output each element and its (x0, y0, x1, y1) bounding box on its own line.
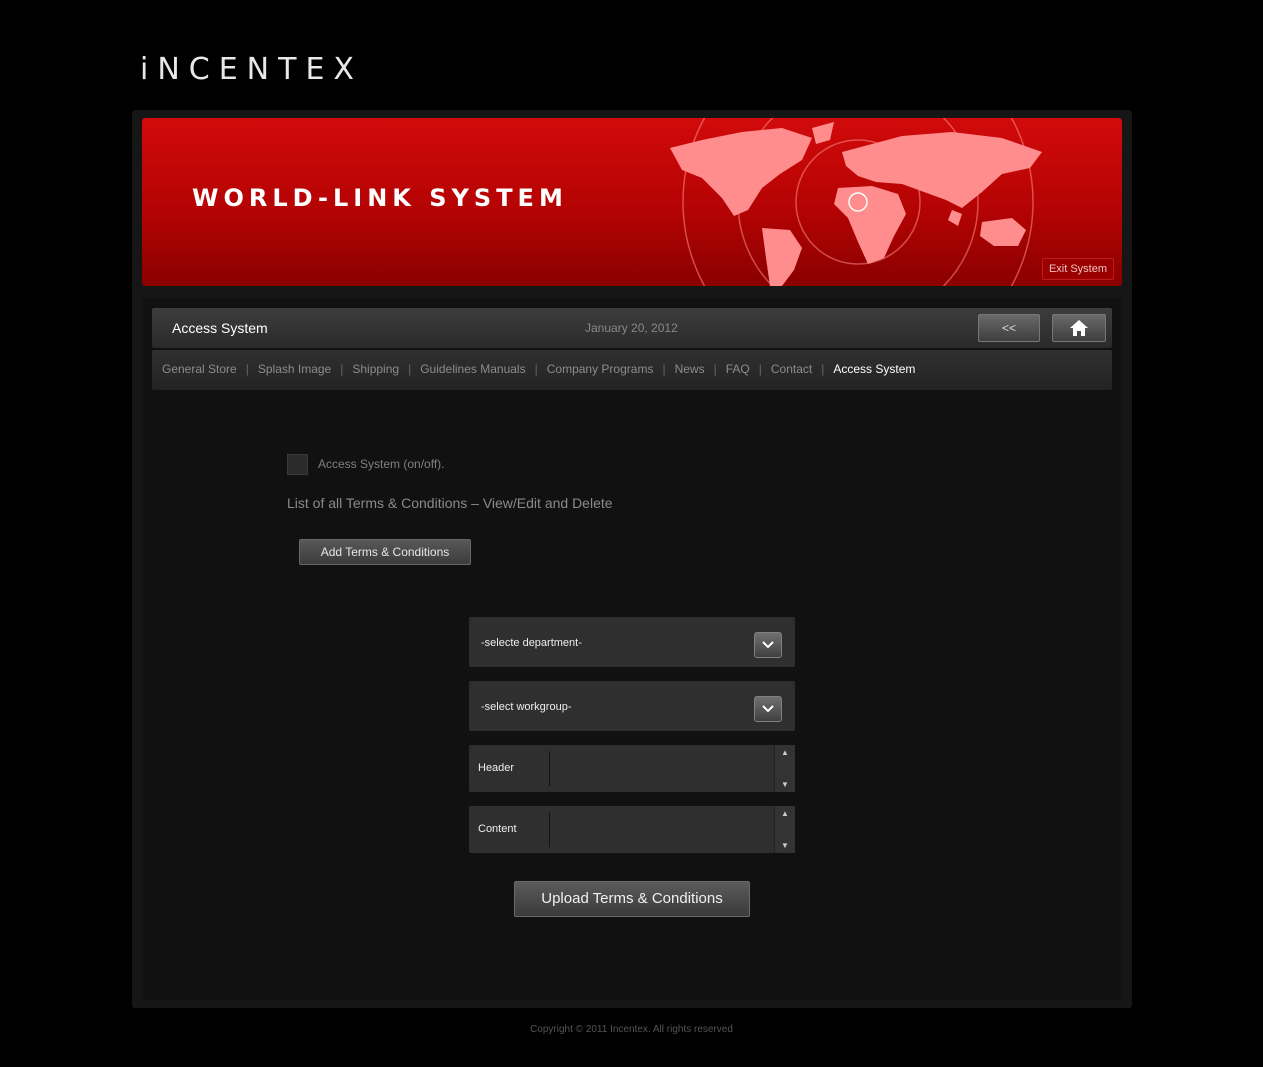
incentex-logo: iNCENTEX (140, 52, 363, 87)
upload-terms-button[interactable]: Upload Terms & Conditions (514, 881, 750, 917)
field-divider (549, 812, 550, 847)
scroll-up-icon[interactable]: ▲ (781, 809, 789, 818)
workgroup-select[interactable]: -select workgroup- (469, 681, 795, 731)
nav-separator: | (662, 362, 666, 376)
nav-separator: | (758, 362, 762, 376)
header-bar: Access System January 20, 2012 << (152, 308, 1112, 348)
scroll-up-icon[interactable]: ▲ (781, 748, 789, 757)
department-dropdown-toggle[interactable] (754, 632, 782, 658)
nav-item-company-programs[interactable]: Company Programs (547, 362, 654, 376)
current-date: January 20, 2012 (585, 321, 678, 335)
home-icon (1070, 320, 1088, 336)
chevron-down-icon (762, 705, 774, 713)
copyright-footer: Copyright © 2011 Incentex. All rights re… (530, 1024, 733, 1035)
header-textarea[interactable] (551, 747, 777, 794)
terms-list-link[interactable]: List of all Terms & Conditions – View/Ed… (287, 495, 613, 511)
chevron-down-icon (762, 641, 774, 649)
nav-bar: General Store | Splash Image | Shipping | Guid… (152, 350, 1112, 390)
nav-item-general-store[interactable]: General Store (162, 362, 237, 376)
nav-item-guidelines-manuals[interactable]: Guidelines Manuals (420, 362, 525, 376)
access-system-checkbox[interactable] (287, 454, 308, 475)
access-system-checkbox-label: Access System (on/off). (318, 457, 445, 471)
header-field: Header ▲ ▼ (469, 745, 795, 794)
add-terms-button[interactable]: Add Terms & Conditions (299, 539, 471, 565)
nav-item-news[interactable]: News (675, 362, 705, 376)
nav-item-contact[interactable]: Contact (771, 362, 812, 376)
exit-system-button[interactable]: Exit System (1042, 258, 1114, 280)
department-select-value: -selecte department- (481, 637, 582, 649)
department-select[interactable]: -selecte department- (469, 617, 795, 667)
world-link-banner: WORLD-LINK SYSTEM Exit System (142, 118, 1122, 286)
nav-separator: | (713, 362, 717, 376)
workgroup-select-value: -select workgroup- (481, 701, 572, 713)
content-field: Content ▲ ▼ (469, 806, 795, 855)
nav-item-faq[interactable]: FAQ (726, 362, 750, 376)
workgroup-dropdown-toggle[interactable] (754, 696, 782, 722)
content-textarea[interactable] (551, 808, 777, 855)
nav-list: General Store | Splash Image | Shipping | Guid… (162, 362, 915, 376)
content-scrollbar[interactable]: ▲ ▼ (774, 806, 795, 853)
nav-item-access-system[interactable]: Access System (833, 362, 915, 376)
nav-separator: | (340, 362, 344, 376)
banner-title: WORLD-LINK SYSTEM (192, 184, 568, 212)
nav-separator: | (821, 362, 825, 376)
back-button[interactable]: << (978, 314, 1040, 342)
scroll-down-icon[interactable]: ▼ (781, 841, 789, 850)
nav-item-shipping[interactable]: Shipping (352, 362, 399, 376)
header-field-label: Header (478, 762, 515, 774)
nav-separator: | (408, 362, 412, 376)
page-title: Access System (172, 320, 268, 336)
nav-separator: | (245, 362, 249, 376)
scroll-down-icon[interactable]: ▼ (781, 780, 789, 789)
home-button[interactable] (1052, 314, 1106, 342)
header-scrollbar[interactable]: ▲ ▼ (774, 745, 795, 792)
content-field-label: Content (478, 823, 517, 835)
field-divider (549, 751, 550, 786)
nav-item-splash-image[interactable]: Splash Image (258, 362, 331, 376)
nav-separator: | (534, 362, 538, 376)
